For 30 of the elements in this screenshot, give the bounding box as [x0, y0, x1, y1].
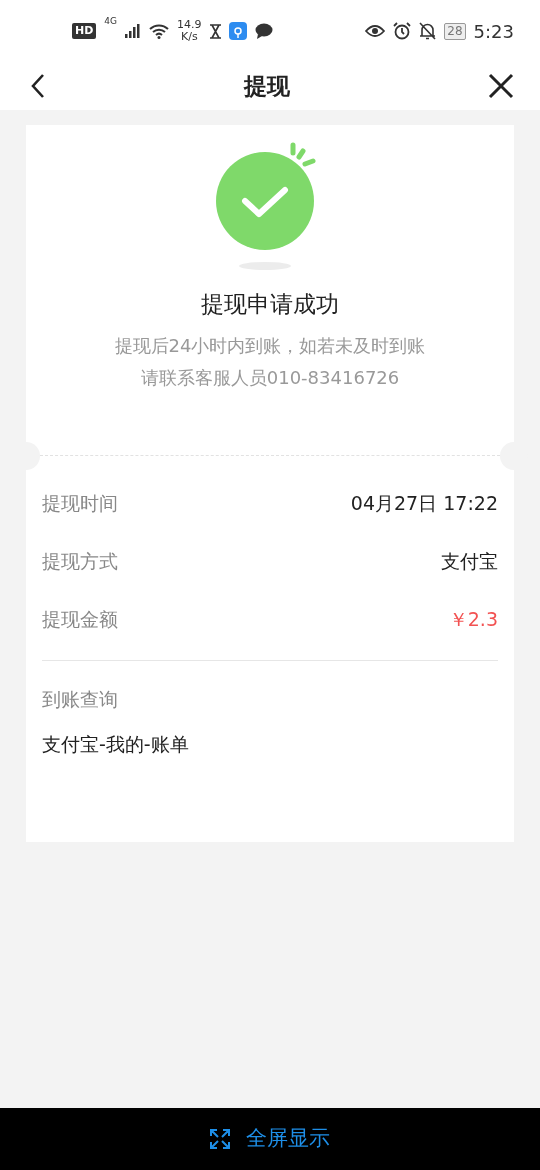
bell-off-icon [419, 22, 437, 40]
detail-label: 提现方式 [42, 548, 118, 574]
detail-label: 提现时间 [42, 490, 118, 516]
signal-icon [125, 24, 142, 38]
detail-value: 支付宝 [441, 548, 498, 574]
query-label: 到账查询 [42, 687, 119, 712]
back-icon[interactable] [30, 73, 46, 99]
clock-time: 5:23 [473, 19, 514, 44]
battery-level: 28 [444, 22, 466, 40]
hourglass-icon [209, 23, 221, 39]
fullscreen-button[interactable]: 全屏显示 [210, 1123, 330, 1155]
result-message: 提现后24小时内到账，如若未及时到账 [114, 333, 426, 358]
result-message: 请联系客服人员010-83416726 [139, 365, 401, 390]
message-icon [254, 23, 273, 39]
result-title: 提现申请成功 [201, 290, 339, 319]
network-speed: 14.9 [177, 19, 202, 31]
alarm-icon [393, 22, 412, 40]
fullscreen-icon [210, 1129, 230, 1149]
wifi-icon [149, 23, 170, 39]
page-title: 提现 [244, 71, 290, 101]
network-type: 4G [104, 15, 118, 28]
query-value: 支付宝-我的-账单 [42, 731, 190, 757]
amount-value: ￥2.3 [448, 606, 498, 632]
close-icon[interactable] [488, 73, 514, 99]
app-icon [228, 22, 247, 40]
speed-unit: K/s [179, 31, 199, 43]
network-badge: HD [72, 23, 97, 39]
eye-icon [365, 24, 386, 38]
detail-value: 04月27日 17:22 [350, 490, 498, 516]
detail-label: 提现金额 [42, 606, 118, 632]
